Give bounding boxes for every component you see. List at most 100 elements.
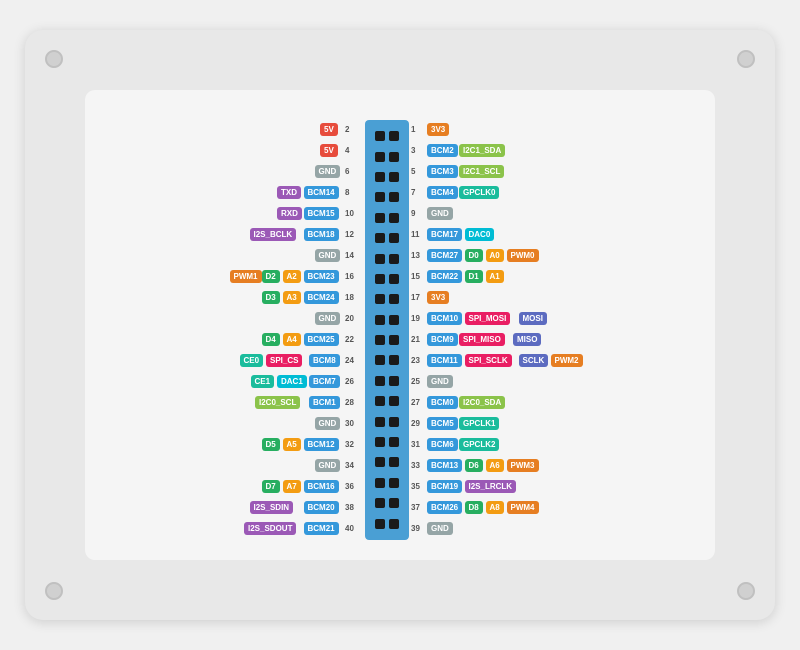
pin-label: PWM1	[230, 270, 262, 283]
pin-row	[375, 131, 399, 141]
pin-label: BCM10	[427, 312, 462, 325]
pin-row	[375, 152, 399, 162]
pin-number-left: 18	[345, 293, 354, 302]
pin-label: SPI_MISO	[459, 333, 505, 346]
pin-label: A0	[486, 249, 504, 262]
pin-number-right: 21	[411, 335, 420, 344]
pin-label: BCM18	[304, 228, 339, 241]
pin-number-right: 27	[411, 398, 420, 407]
pin-label: BCM15	[304, 207, 339, 220]
pin-label: A6	[486, 459, 504, 472]
pin-number-left: 36	[345, 482, 354, 491]
pin-left	[375, 274, 385, 284]
pin-label: A3	[283, 291, 301, 304]
pin-row	[375, 335, 399, 345]
pin-label: A7	[283, 480, 301, 493]
pin-right	[389, 519, 399, 529]
pin-label: I2C1_SCL	[459, 165, 504, 178]
pin-row	[375, 478, 399, 488]
pin-number-left: 8	[345, 188, 349, 197]
pin-label: GND	[315, 165, 341, 178]
pin-left	[375, 457, 385, 467]
pin-number-left: 34	[345, 461, 354, 470]
pin-label: TXD	[277, 186, 301, 199]
pin-right	[389, 274, 399, 284]
pin-label: I2S_LRCLK	[465, 480, 517, 493]
pin-label: BCM7	[309, 375, 340, 388]
pin-label: I2S_SDOUT	[244, 522, 296, 535]
pin-number-left: 2	[345, 125, 349, 134]
pin-label: BCM3	[427, 165, 458, 178]
pin-label: I2C1_SDA	[459, 144, 505, 157]
screw-tl	[45, 50, 63, 68]
pin-label: PWM3	[507, 459, 539, 472]
pin-right	[389, 192, 399, 202]
pin-label: GND	[315, 312, 341, 325]
pin-number-left: 14	[345, 251, 354, 260]
pin-label: D0	[465, 249, 483, 262]
pin-right	[389, 396, 399, 406]
pin-label: GND	[427, 522, 453, 535]
pin-label: D8	[465, 501, 483, 514]
pin-label: D3	[262, 291, 280, 304]
pin-label: A8	[486, 501, 504, 514]
pin-label: A1	[486, 270, 504, 283]
pin-label: PWM4	[507, 501, 539, 514]
pin-label: BCM23	[304, 270, 339, 283]
pin-right	[389, 355, 399, 365]
pin-right	[389, 315, 399, 325]
pin-number-left: 22	[345, 335, 354, 344]
screw-br	[737, 582, 755, 600]
screw-bl	[45, 582, 63, 600]
pin-label: BCM16	[304, 480, 339, 493]
pin-label: GND	[427, 207, 453, 220]
pin-label: BCM22	[427, 270, 462, 283]
pin-label: D1	[465, 270, 483, 283]
pin-label: 3V3	[427, 123, 449, 136]
pin-label: CE0	[240, 354, 264, 367]
pin-label: BCM8	[309, 354, 340, 367]
pin-row	[375, 396, 399, 406]
pin-number-right: 17	[411, 293, 420, 302]
pin-left	[375, 519, 385, 529]
pin-row	[375, 417, 399, 427]
pin-left	[375, 152, 385, 162]
pin-label: BCM25	[304, 333, 339, 346]
pin-number-right: 11	[411, 230, 419, 239]
pin-row	[375, 213, 399, 223]
pin-number-right: 13	[411, 251, 420, 260]
pin-right	[389, 152, 399, 162]
pin-left	[375, 172, 385, 182]
pin-left	[375, 376, 385, 386]
pin-label: GND	[427, 375, 453, 388]
pin-label: BCM19	[427, 480, 462, 493]
pin-label: BCM4	[427, 186, 458, 199]
pin-label: DAC0	[465, 228, 495, 241]
pin-label: A2	[283, 270, 301, 283]
pin-label: I2C0_SDA	[459, 396, 505, 409]
pin-label: BCM11	[427, 354, 462, 367]
pin-label: MOSI	[519, 312, 547, 325]
pin-number-right: 31	[411, 440, 420, 449]
pin-label: GPCLK1	[459, 417, 499, 430]
pin-label: BCM27	[427, 249, 462, 262]
pin-label: BCM9	[427, 333, 458, 346]
pin-right	[389, 457, 399, 467]
pin-number-left: 12	[345, 230, 354, 239]
pin-label: BCM21	[304, 522, 339, 535]
pin-number-right: 33	[411, 461, 420, 470]
pin-left	[375, 131, 385, 141]
pin-row	[375, 294, 399, 304]
pin-label: BCM20	[304, 501, 339, 514]
pin-label: D5	[262, 438, 280, 451]
pin-label: I2S_SDIN	[250, 501, 294, 514]
pin-label: D7	[262, 480, 280, 493]
pin-left	[375, 254, 385, 264]
pin-row	[375, 519, 399, 529]
pin-number-left: 26	[345, 377, 354, 386]
pin-row	[375, 315, 399, 325]
pin-left	[375, 478, 385, 488]
pin-number-right: 7	[411, 188, 415, 197]
pin-row	[375, 355, 399, 365]
pin-label: BCM5	[427, 417, 458, 430]
